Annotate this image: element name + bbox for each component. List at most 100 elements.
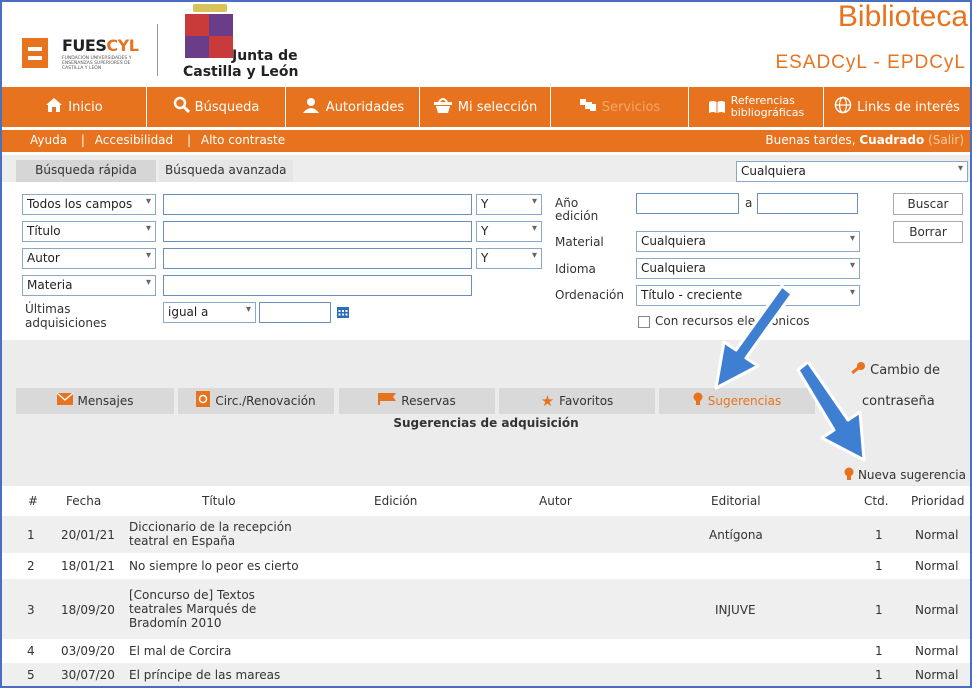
operator-select-1[interactable]: Y xyxy=(476,194,542,215)
cell-fecha: 03/09/20 xyxy=(61,644,115,658)
anio-to-input[interactable] xyxy=(757,193,858,214)
col-header-edicion[interactable]: Edición xyxy=(374,494,417,508)
nav-servicios-label: Servicios xyxy=(601,99,661,115)
nav-servicios[interactable]: Servicios xyxy=(551,87,689,127)
idioma-select[interactable]: Cualquiera xyxy=(636,258,860,279)
col-header-prioridad[interactable]: Prioridad xyxy=(911,494,965,508)
table-row[interactable]: 4 03/09/20 El mal de Corcira 1 Normal xyxy=(2,639,970,663)
operator-select-2[interactable]: Y xyxy=(476,221,542,242)
link-alto-contraste[interactable]: Alto contraste xyxy=(201,133,285,147)
link-accesibilidad[interactable]: Accesibilidad xyxy=(95,133,173,147)
fuescyl-wordmark[interactable]: FUESCYL xyxy=(62,36,139,55)
nav-autoridades-label: Autoridades xyxy=(325,99,405,115)
site-title: Biblioteca xyxy=(837,0,968,33)
cell-titulo[interactable]: No siempre lo peor es cierto xyxy=(129,559,299,573)
cell-num: 3 xyxy=(27,603,35,617)
search-input-4[interactable] xyxy=(163,275,472,296)
arrow-annotation-icon xyxy=(714,284,794,390)
home-icon xyxy=(45,97,63,118)
table-row[interactable]: 5 30/07/20 El príncipe de las mareas 1 N… xyxy=(2,663,970,686)
fuescyl-subtitle: FUNDACIÓN UNIVERSIDADES Y ENSEÑANZAS SUP… xyxy=(62,56,132,71)
search-panel: Búsqueda rápida Búsqueda avanzada Cualqu… xyxy=(2,155,970,340)
cell-titulo[interactable]: El mal de Corcira xyxy=(129,644,231,658)
anio-from-input[interactable] xyxy=(636,193,739,214)
cell-prioridad: Normal xyxy=(915,603,959,617)
jcyl-line2: Castilla y León xyxy=(183,64,299,80)
ultimas-op-select[interactable]: igual a xyxy=(163,302,256,323)
nav-autoridades[interactable]: Autoridades xyxy=(286,87,420,127)
services-icon xyxy=(579,97,597,117)
fuescyl-logo-icon[interactable] xyxy=(22,38,48,68)
col-header-autor[interactable]: Autor xyxy=(539,494,572,508)
tab-reservas[interactable]: Reservas xyxy=(339,388,495,414)
cell-num: 1 xyxy=(27,528,35,542)
tab-mensajes[interactable]: Mensajes xyxy=(16,388,174,414)
header-divider xyxy=(157,24,158,76)
col-header-editorial[interactable]: Editorial xyxy=(711,494,761,508)
search-form: Todos los campos Y Título Y Autor Y Mate… xyxy=(2,182,970,340)
nav-busqueda[interactable]: Búsqueda xyxy=(147,87,286,127)
table-row[interactable]: 3 18/09/20 [Concurso de] Textos teatrale… xyxy=(2,579,970,639)
field-select-4[interactable]: Materia xyxy=(22,275,156,296)
book-icon xyxy=(708,100,726,115)
logout-link[interactable]: (Salir) xyxy=(928,133,964,147)
col-header-titulo[interactable]: Título xyxy=(202,494,236,508)
separator: | xyxy=(186,133,192,147)
material-label: Material xyxy=(555,235,604,249)
recursos-checkbox[interactable] xyxy=(638,316,650,328)
table-row[interactable]: 1 20/01/21 Diccionario de la recepción t… xyxy=(2,516,970,553)
buscar-button[interactable]: Buscar xyxy=(893,193,963,215)
tab-busqueda-rapida[interactable]: Búsqueda rápida xyxy=(16,160,156,182)
borrar-button[interactable]: Borrar xyxy=(893,221,963,243)
search-input-3[interactable] xyxy=(163,248,472,269)
page-frame: FUESCYL FUNDACIÓN UNIVERSIDADES Y ENSEÑA… xyxy=(0,0,972,688)
nav-inicio[interactable]: Inicio xyxy=(2,87,147,127)
cell-num: 4 xyxy=(27,644,35,658)
user-name: Cuadrado xyxy=(859,133,925,147)
cell-prioridad: Normal xyxy=(915,528,959,542)
calendar-icon[interactable] xyxy=(336,305,350,323)
nav-inicio-label: Inicio xyxy=(68,99,103,115)
nav-links[interactable]: Links de interés xyxy=(824,87,970,127)
cell-editorial: Antígona xyxy=(709,528,763,542)
search-input-2[interactable] xyxy=(163,221,472,242)
cambio-line1: Cambio de xyxy=(870,363,941,378)
material-select[interactable]: Cualquiera xyxy=(636,231,860,252)
header: FUESCYL FUNDACIÓN UNIVERSIDADES Y ENSEÑA… xyxy=(2,2,970,86)
cell-editorial: INJUVE xyxy=(715,603,756,617)
cell-ctd: 1 xyxy=(875,528,883,542)
tab-circ-label: Circ./Renovación xyxy=(215,394,316,408)
ultimas-date-input[interactable] xyxy=(259,302,331,323)
nav-referencias[interactable]: Referencias bibliográficas xyxy=(689,87,824,127)
col-header-num: # xyxy=(28,494,39,508)
tab-busqueda-avanzada[interactable]: Búsqueda avanzada xyxy=(159,160,293,182)
operator-select-3[interactable]: Y xyxy=(476,248,542,269)
col-header-ctd[interactable]: Ctd. xyxy=(864,494,889,508)
cell-titulo[interactable]: Diccionario de la recepción teatral en E… xyxy=(129,520,319,548)
sub-nav: Ayuda | Accesibilidad | Alto contraste B… xyxy=(2,130,970,152)
field-select-2[interactable]: Título xyxy=(22,221,156,242)
cell-titulo[interactable]: El príncipe de las mareas xyxy=(129,668,280,682)
cell-fecha: 18/09/20 xyxy=(61,603,115,617)
field-select-3[interactable]: Autor xyxy=(22,248,156,269)
star-icon: ★ xyxy=(540,392,555,410)
table-row[interactable]: 2 18/01/21 No siempre lo peor es cierto … xyxy=(2,553,970,579)
tab-favoritos-label: Favoritos xyxy=(559,394,614,408)
cell-ctd: 1 xyxy=(875,644,883,658)
cell-fecha: 30/07/20 xyxy=(61,668,115,682)
cell-fecha: 18/01/21 xyxy=(61,559,115,573)
jcyl-wordmark[interactable]: Junta de Castilla y León xyxy=(183,48,298,80)
nav-links-label: Links de interés xyxy=(857,99,960,115)
search-input-1[interactable] xyxy=(163,194,472,215)
tab-circ-renovacion[interactable]: Circ./Renovación xyxy=(178,388,334,414)
link-ayuda[interactable]: Ayuda xyxy=(30,133,67,147)
field-select-1[interactable]: Todos los campos xyxy=(22,194,156,215)
scope-select[interactable]: Cualquiera xyxy=(736,161,968,182)
cell-titulo[interactable]: [Concurso de] Textos teatrales Marqués d… xyxy=(129,588,289,630)
tab-favoritos[interactable]: ★ Favoritos xyxy=(499,388,655,414)
cell-num: 2 xyxy=(27,559,35,573)
cell-num: 5 xyxy=(27,668,35,682)
cell-ctd: 1 xyxy=(875,603,883,617)
col-header-fecha[interactable]: Fecha xyxy=(66,494,101,508)
nav-mi-seleccion[interactable]: Mi selección xyxy=(420,87,551,127)
